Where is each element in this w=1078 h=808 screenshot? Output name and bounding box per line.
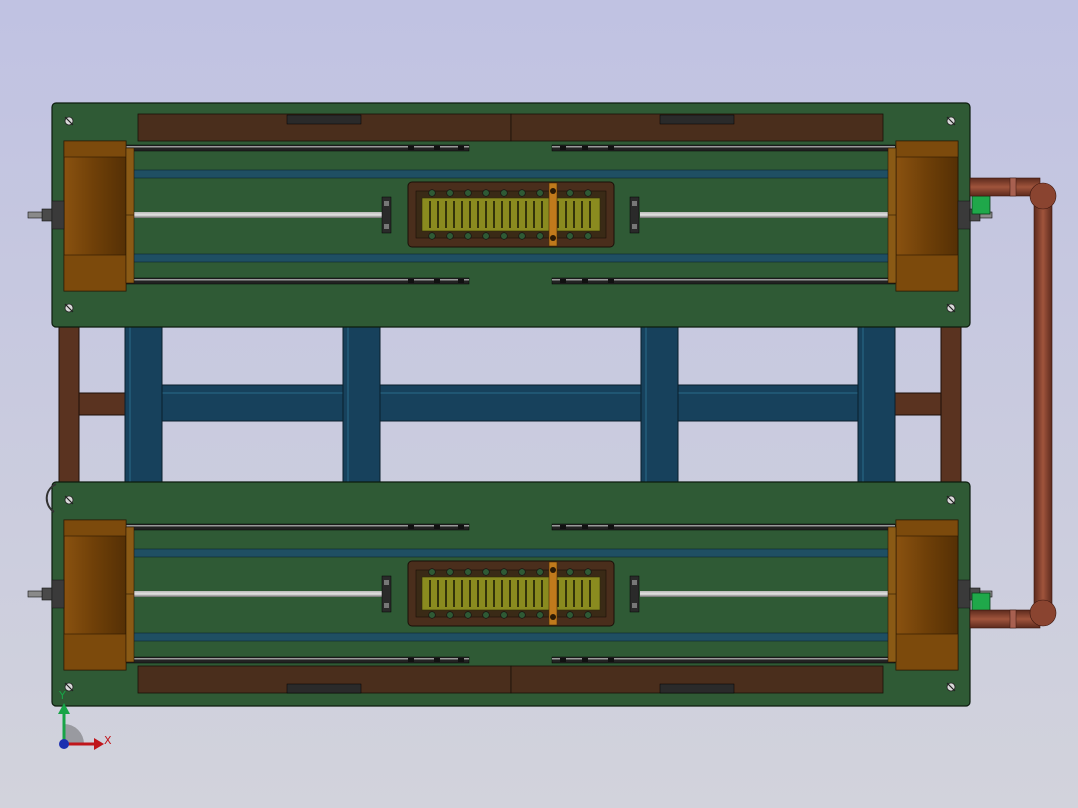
sensor-block-bottom — [971, 592, 991, 612]
cad-viewport[interactable]: Y X — [0, 0, 1078, 808]
y-axis-label: Y — [58, 689, 66, 702]
bottom-module[interactable] — [27, 481, 993, 707]
top-module[interactable] — [27, 102, 993, 328]
x-axis-label: X — [104, 734, 112, 747]
sensor-block-top — [971, 195, 991, 215]
